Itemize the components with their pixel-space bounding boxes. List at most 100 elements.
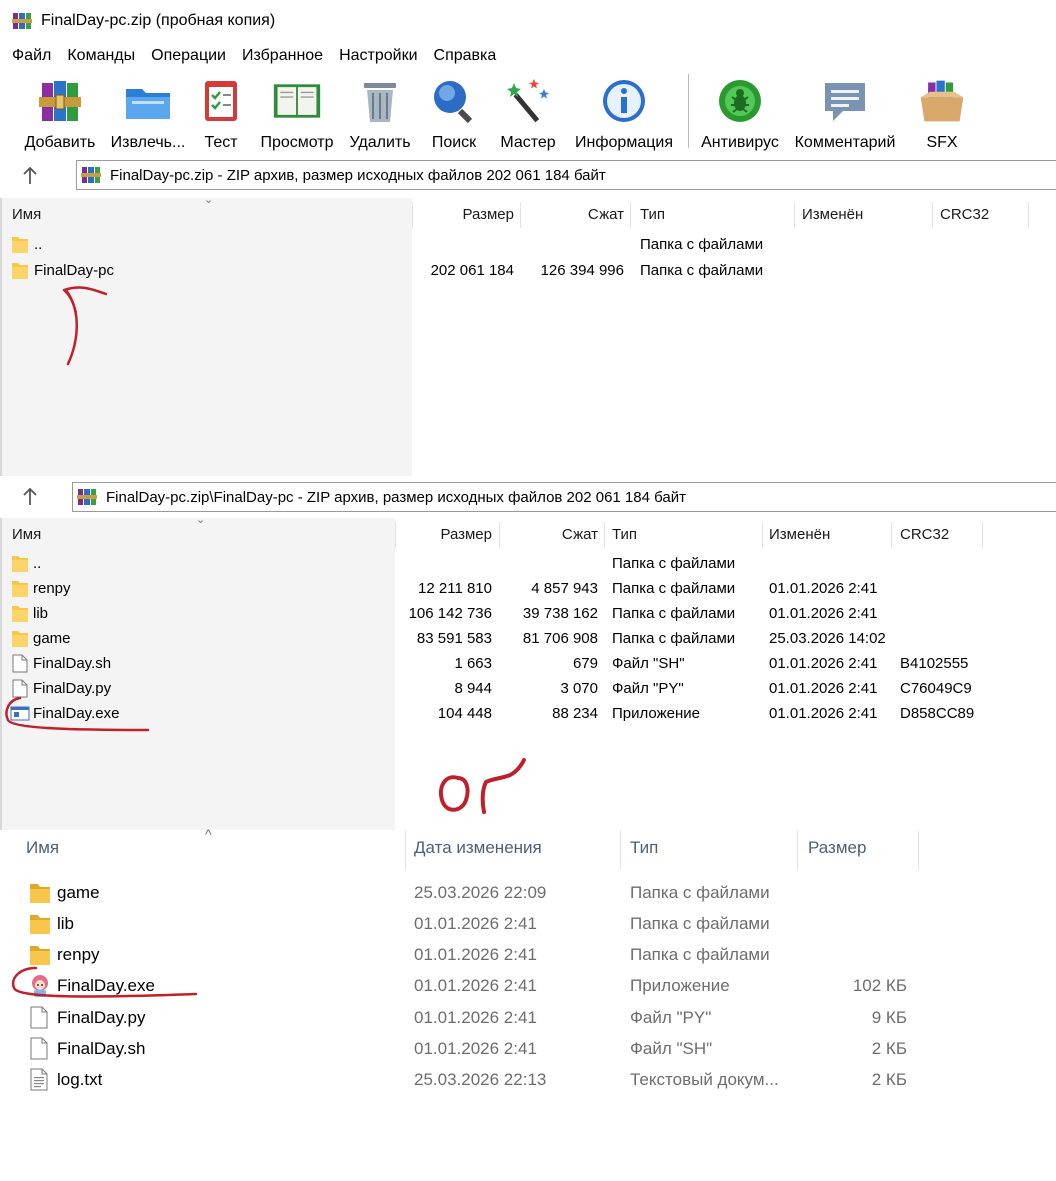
row-type: Папка с файлами	[640, 262, 764, 279]
row-name: game	[33, 630, 71, 647]
column-modified[interactable]: Изменён	[802, 200, 863, 230]
row-size: 202 061 184	[430, 262, 514, 279]
list-row[interactable]: renpy 12 211 810 4 857 943 Папка с файла…	[2, 576, 1056, 601]
row-modified: 01.01.2026 2:41	[414, 945, 537, 964]
column-packed[interactable]: Сжат	[526, 200, 624, 230]
menu-file[interactable]: Файл	[4, 42, 59, 70]
list-row[interactable]: game 83 591 583 81 706 908 Папка с файла…	[2, 626, 1056, 651]
up-arrow-icon	[23, 167, 37, 184]
explorer-header: ^ Имя Дата изменения Тип Размер	[0, 826, 1056, 870]
extract-button[interactable]: Извлечь...	[106, 70, 190, 154]
folder-icon	[12, 237, 28, 253]
row-size: 9 КБ	[871, 1008, 907, 1027]
menu-help[interactable]: Справка	[426, 42, 505, 70]
exe-window-icon	[10, 706, 30, 721]
file-icon	[12, 679, 28, 698]
row-modified: 25.03.2026 14:02	[769, 630, 886, 647]
toolbar-label: Информация	[575, 134, 673, 151]
list-row[interactable]: FinalDay.py 8 944 3 070 Файл "PY" 01.01.…	[2, 676, 1056, 701]
add-button[interactable]: Добавить	[14, 70, 106, 154]
toolbar-label: SFX	[926, 134, 958, 151]
column-crc[interactable]: CRC32	[940, 200, 989, 230]
info-button[interactable]: Информация	[566, 70, 682, 154]
row-type: Файл "PY"	[612, 680, 684, 697]
column-name[interactable]: Имя	[12, 520, 41, 550]
delete-button[interactable]: Удалить	[342, 70, 418, 154]
column-type[interactable]: Тип	[630, 838, 658, 858]
column-name[interactable]: Имя	[12, 200, 41, 230]
search-icon	[434, 81, 473, 124]
up-button[interactable]	[10, 158, 50, 194]
list-row[interactable]: .. Папка с файлами	[2, 232, 1056, 257]
row-modified: 01.01.2026 2:41	[414, 1039, 537, 1058]
row-modified: 01.01.2026 2:41	[769, 605, 878, 622]
row-type: Папка с файлами	[630, 883, 770, 902]
row-name: game	[57, 883, 100, 902]
sort-caret-icon: ^	[205, 826, 212, 842]
explorer-row[interactable]: log.txt 25.03.2026 22:13 Текстовый докум…	[0, 1064, 1056, 1095]
row-modified: 25.03.2026 22:09	[414, 883, 547, 902]
address-field[interactable]: FinalDay-pc.zip - ZIP архив, размер исхо…	[76, 160, 1056, 190]
column-type[interactable]: Тип	[640, 200, 665, 230]
list-row[interactable]: lib 106 142 736 39 738 162 Папка с файла…	[2, 601, 1056, 626]
column-modified[interactable]: Дата изменения	[414, 838, 542, 858]
row-type: Файл "SH"	[612, 655, 685, 672]
zip-archive-icon	[81, 167, 101, 183]
antivirus-button[interactable]: Антивирус	[695, 70, 785, 154]
menu-settings[interactable]: Настройки	[331, 42, 425, 70]
column-size[interactable]: Размер	[422, 200, 514, 230]
row-size: 12 211 810	[418, 580, 492, 597]
explorer-row[interactable]: game 25.03.2026 22:09 Папка с файлами	[0, 877, 1056, 908]
row-modified: 01.01.2026 2:41	[769, 580, 878, 597]
file-icon	[12, 654, 28, 673]
list-row[interactable]: .. Папка с файлами	[2, 551, 1056, 576]
address-bar: FinalDay-pc.zip - ZIP архив, размер исхо…	[0, 157, 1056, 195]
search-button[interactable]: Поиск	[418, 70, 490, 154]
column-type[interactable]: Тип	[612, 520, 637, 550]
explorer-row[interactable]: lib 01.01.2026 2:41 Папка с файлами	[0, 908, 1056, 939]
column-size[interactable]: Размер	[400, 520, 492, 550]
toolbar-label: Добавить	[24, 134, 96, 151]
menu-operations[interactable]: Операции	[143, 42, 234, 70]
column-size[interactable]: Размер	[808, 838, 866, 858]
sort-caret-icon: ⌄	[196, 514, 206, 526]
toolbar-label: Просмотр	[260, 134, 334, 151]
test-button[interactable]: Тест	[190, 70, 252, 154]
menu-commands[interactable]: Команды	[59, 42, 143, 70]
folder-icon	[12, 263, 28, 279]
address-field[interactable]: FinalDay-pc.zip\FinalDay-pc - ZIP архив,…	[72, 482, 1056, 512]
explorer-row[interactable]: FinalDay.sh 01.01.2026 2:41 Файл "SH" 2 …	[0, 1033, 1056, 1064]
row-name: FinalDay.py	[57, 1008, 146, 1027]
address-bar: FinalDay-pc.zip\FinalDay-pc - ZIP архив,…	[0, 478, 1056, 516]
row-packed: 3 070	[560, 680, 598, 697]
info-icon	[603, 80, 645, 122]
explorer-row[interactable]: renpy 01.01.2026 2:41 Папка с файлами	[0, 939, 1056, 970]
toolbar-label: Поиск	[431, 134, 477, 151]
list-row[interactable]: FinalDay.sh 1 663 679 Файл "SH" 01.01.20…	[2, 651, 1056, 676]
row-name: FinalDay.sh	[33, 655, 112, 672]
up-button[interactable]	[10, 479, 50, 515]
file-icon	[30, 1037, 48, 1060]
list-row[interactable]: FinalDay.exe 104 448 88 234 Приложение 0…	[2, 701, 1056, 726]
wizard-button[interactable]: Мастер	[490, 70, 566, 154]
row-type: Папка с файлами	[630, 945, 770, 964]
column-name[interactable]: Имя	[26, 838, 59, 858]
view-button[interactable]: Просмотр	[252, 70, 342, 154]
text-file-icon	[30, 1068, 48, 1091]
explorer-row[interactable]: FinalDay.exe 01.01.2026 2:41 Приложение …	[0, 970, 1056, 1001]
sfx-button[interactable]: SFX	[905, 70, 979, 154]
row-type: Приложение	[612, 705, 700, 722]
column-packed[interactable]: Сжат	[502, 520, 598, 550]
list-row[interactable]: FinalDay-pc 202 061 184 126 394 996 Папк…	[2, 258, 1056, 283]
toolbar-label: Удалить	[349, 134, 411, 151]
extract-folder-icon	[126, 89, 170, 119]
menu-favorites[interactable]: Избранное	[234, 42, 331, 70]
row-packed: 126 394 996	[540, 262, 624, 279]
explorer-row[interactable]: FinalDay.py 01.01.2026 2:41 Файл "PY" 9 …	[0, 1002, 1056, 1033]
column-crc[interactable]: CRC32	[900, 520, 949, 550]
row-modified: 01.01.2026 2:41	[769, 655, 878, 672]
toolbar-separator	[688, 74, 689, 148]
comment-button[interactable]: Комментарий	[785, 70, 905, 154]
antivirus-icon	[719, 80, 761, 122]
column-modified[interactable]: Изменён	[769, 520, 830, 550]
